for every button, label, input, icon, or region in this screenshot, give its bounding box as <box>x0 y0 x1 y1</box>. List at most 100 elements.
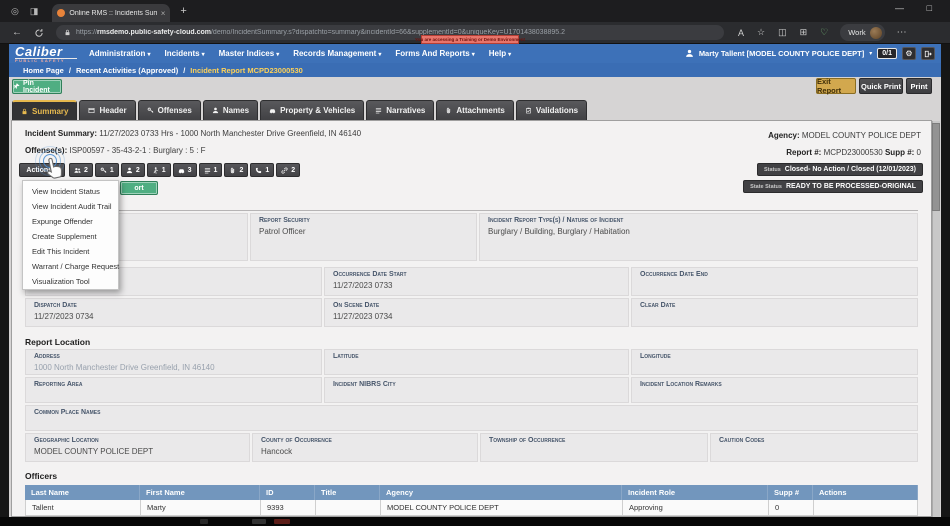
quick-print-button[interactable]: Quick Print <box>859 78 903 94</box>
clipboard-check-icon <box>525 107 532 114</box>
split-screen-icon[interactable]: ◫ <box>778 27 787 38</box>
training-environment-banner: You are accessing a Training or Demo Env… <box>421 35 519 44</box>
field-latitude: Latitude <box>324 349 629 375</box>
people-icon <box>74 167 81 174</box>
nav-help[interactable]: Help▾ <box>489 49 511 58</box>
print-button[interactable]: Print <box>906 78 932 94</box>
officers-table-row[interactable]: Tallent Marty 9393 MODEL COUNTY POLICE D… <box>25 500 918 516</box>
field-incident-nibrs-city: Incident NIBRS City <box>324 377 629 403</box>
favorite-star-icon[interactable]: ☆ <box>757 27 765 38</box>
report-location-title: Report Location <box>25 337 90 347</box>
tab-offenses[interactable]: Offenses <box>138 100 201 120</box>
tab-attachments[interactable]: Attachments <box>436 100 513 120</box>
state-status-badge: State Status READY TO BE PROCESSED-ORIGI… <box>743 180 923 193</box>
tab-property-vehicles[interactable]: Property & Vehicles <box>260 100 364 120</box>
new-tab-button[interactable]: + <box>180 5 186 17</box>
window-minimize-button[interactable]: — <box>895 3 904 13</box>
tab-narratives[interactable]: Narratives <box>366 100 434 120</box>
menu-item-view-incident-audit-trail[interactable]: View Incident Audit Trail <box>23 199 118 214</box>
browser-workspace-icon[interactable]: ◎ <box>11 6 19 17</box>
phone-icon <box>255 167 262 174</box>
car-icon <box>178 167 185 174</box>
menu-item-create-supplement[interactable]: Create Supplement <box>23 229 118 244</box>
settings-gear-button[interactable]: ⚙ <box>902 47 916 60</box>
logged-in-user[interactable]: Marty Tallent [MODEL COUNTY POLICE DEPT] <box>699 49 864 58</box>
report-number-line: Report #: MCPD23000530 Supp #: 0 <box>786 148 921 157</box>
nav-records-management[interactable]: Records Management▾ <box>293 49 381 58</box>
tab-names[interactable]: Names <box>203 100 258 120</box>
screen: ◎ ◨ Online RMS :: Incidents Summary × + … <box>0 0 950 526</box>
window-restore-button[interactable]: □ <box>927 3 932 13</box>
offense-count-button[interactable]: 1 <box>95 163 119 177</box>
offender-count-button[interactable]: 1 <box>147 163 171 177</box>
exit-icon <box>924 50 932 58</box>
browser-tab[interactable]: Online RMS :: Incidents Summary × <box>52 4 170 22</box>
people-count-button[interactable]: 2 <box>69 163 93 177</box>
browser-essentials-icon[interactable]: ♡ <box>820 27 828 38</box>
menu-item-warrant-charge-request[interactable]: Warrant / Charge Request <box>23 259 118 274</box>
partially-hidden-report-button[interactable]: ort <box>120 181 158 195</box>
key-icon <box>147 107 154 114</box>
field-on-scene-date: On Scene Date11/27/2023 0734 <box>324 298 629 327</box>
narrative-count-button[interactable]: 1 <box>199 163 223 177</box>
nav-master-indices[interactable]: Master Indices▾ <box>219 49 280 58</box>
session-counter-badge[interactable]: 0/1 <box>877 48 897 59</box>
breadcrumb-separator: / <box>69 66 71 75</box>
breadcrumb-separator: / <box>183 66 185 75</box>
url-bar[interactable]: https://rmsdemo.public-safety-cloud.com/… <box>56 25 724 40</box>
browser-menu-icon[interactable]: ⋯ <box>897 27 907 38</box>
profile-avatar <box>870 27 882 39</box>
menu-item-view-incident-status[interactable]: View Incident Status <box>23 184 118 199</box>
summary-panel: Incident Summary: 11/27/2023 0733 Hrs - … <box>11 120 932 517</box>
pin-incident-button[interactable]: Pin Incident <box>12 79 62 94</box>
chevron-down-icon[interactable]: ▾ <box>869 50 872 57</box>
form-row-classification: Report SecurityPatrol Officer Incident R… <box>25 213 918 261</box>
field-dispatch-date: Dispatch Date11/27/2023 0734 <box>25 298 322 327</box>
breadcrumb-recent-activities[interactable]: Recent Activities (Approved) <box>76 66 178 75</box>
read-aloud-icon[interactable]: A <box>738 28 744 38</box>
tab-close-icon[interactable]: × <box>161 9 166 18</box>
form-row-common-place: Common Place Names <box>25 405 918 431</box>
browser-panel-icon[interactable]: ◨ <box>30 6 39 17</box>
caliber-logo[interactable]: Caliber PUBLIC SAFETY <box>15 45 77 63</box>
back-icon[interactable]: ← <box>12 27 22 38</box>
refresh-icon[interactable] <box>34 28 44 38</box>
menu-item-edit-this-incident[interactable]: Edit This Incident <box>23 244 118 259</box>
address-link[interactable]: 1000 North Manchester Drive Greenfield, … <box>26 361 321 372</box>
main-nav: Administration▾ Incidents▾ Master Indice… <box>89 49 511 58</box>
browser-profile-button[interactable]: Work <box>840 24 884 41</box>
collections-icon[interactable]: ⊞ <box>800 27 808 38</box>
exit-report-button[interactable]: Exit Report <box>816 78 856 94</box>
field-county-of-occurrence: County of OccurrenceHancock <box>252 433 478 462</box>
field-occurrence-date-end: Occurrence Date End <box>631 267 918 296</box>
vehicle-count-button[interactable]: 3 <box>173 163 197 177</box>
status-badge: Status Closed- No Action / Closed (12/01… <box>757 163 923 176</box>
menu-item-visualization-tool[interactable]: Visualization Tool <box>23 274 118 289</box>
phone-count-button[interactable]: 1 <box>250 163 274 177</box>
tab-favicon <box>57 9 65 17</box>
field-caution-codes: Caution Codes <box>710 433 918 462</box>
nav-incidents[interactable]: Incidents▾ <box>164 49 204 58</box>
field-address: Address1000 North Manchester Drive Green… <box>25 349 322 375</box>
attachment-count-button[interactable]: 2 <box>224 163 248 177</box>
breadcrumb-home[interactable]: Home Page <box>23 66 64 75</box>
logout-button[interactable] <box>921 47 935 60</box>
chevron-down-icon: ▾ <box>378 52 381 58</box>
tab-validations[interactable]: Validations <box>516 100 587 120</box>
tab-header[interactable]: Header <box>79 100 135 120</box>
paperclip-icon <box>229 167 236 174</box>
tab-title: Online RMS :: Incidents Summary <box>69 10 156 17</box>
player-control <box>274 519 290 524</box>
window-icon <box>88 107 95 114</box>
scrollbar-thumb[interactable] <box>932 123 940 211</box>
field-longitude: Longitude <box>631 349 918 375</box>
menu-item-expunge-offender[interactable]: Expunge Offender <box>23 214 118 229</box>
nav-forms-and-reports[interactable]: Forms And Reports▾ <box>395 49 474 58</box>
nav-administration[interactable]: Administration▾ <box>89 49 150 58</box>
link-count-button[interactable]: 2 <box>276 163 300 177</box>
agency-line: Agency: MODEL COUNTY POLICE DEPT <box>768 131 921 140</box>
tab-summary[interactable]: Summary <box>12 100 77 120</box>
gear-icon: ⚙ <box>905 49 912 58</box>
user-icon <box>685 49 694 58</box>
names-count-button[interactable]: 2 <box>121 163 145 177</box>
